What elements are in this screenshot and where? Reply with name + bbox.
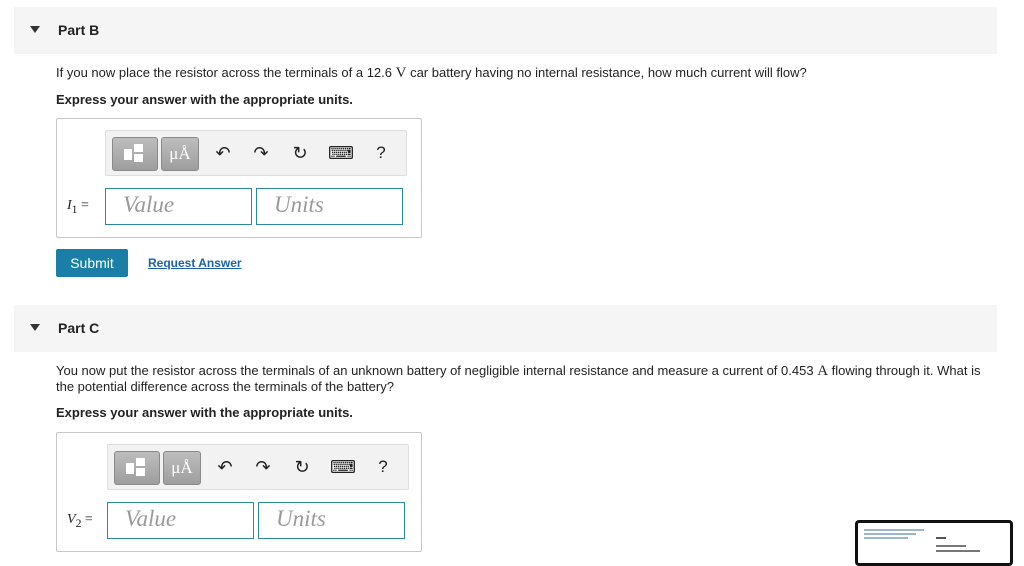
part-b-answer-box: μÅ ↶ ↷ ↻ ⌨ ? I1 = Value Units (56, 118, 422, 238)
request-answer-link[interactable]: Request Answer (148, 256, 242, 270)
part-b-value-input[interactable]: Value (105, 188, 252, 225)
caret-down-icon[interactable] (30, 324, 40, 331)
part-c-value-input[interactable]: Value (107, 502, 254, 539)
part-c-variable-label: V2 = (67, 512, 93, 530)
reset-icon: ↻ (292, 142, 308, 163)
part-c-header[interactable]: Part C (14, 305, 997, 352)
math-toolbar: μÅ ↶ ↷ ↻ ⌨ ? (105, 130, 407, 176)
keyboard-icon: ⌨ (330, 456, 356, 477)
units-button[interactable]: μÅ (163, 451, 201, 485)
submit-button[interactable]: Submit (56, 249, 128, 277)
units-icon: μÅ (169, 144, 191, 163)
templates-button[interactable] (112, 137, 158, 171)
reset-button[interactable]: ↻ (289, 451, 315, 483)
math-toolbar: μÅ ↶ ↷ ↻ ⌨ ? (107, 444, 409, 490)
part-b-question-text-end: car battery having no internal resistanc… (406, 65, 807, 80)
keyboard-icon: ⌨ (328, 142, 354, 163)
part-b-variable-equals: = (77, 198, 89, 213)
units-button[interactable]: μÅ (161, 137, 199, 171)
templates-button[interactable] (114, 451, 160, 485)
part-b-question: If you now place the resistor across the… (56, 65, 1001, 81)
redo-icon: ↷ (255, 456, 271, 477)
part-c-answer-box: μÅ ↶ ↷ ↻ ⌨ ? V2 = Value Units (56, 432, 422, 552)
reset-button[interactable]: ↻ (287, 137, 313, 169)
undo-icon: ↶ (217, 456, 233, 477)
keyboard-button[interactable]: ⌨ (326, 137, 356, 169)
part-c-question-unit: A (817, 363, 829, 379)
redo-button[interactable]: ↷ (248, 137, 274, 169)
part-b-title: Part B (58, 22, 100, 38)
part-b-variable-label: I1 = (67, 198, 89, 216)
part-c-variable-equals: = (81, 512, 93, 527)
part-c-title: Part C (58, 320, 100, 336)
templates-icon (124, 144, 146, 164)
part-b-units-input[interactable]: Units (256, 188, 403, 225)
part-c-instruction: Express your answer with the appropriate… (56, 405, 353, 420)
part-b-question-text: If you now place the resistor across the… (56, 65, 396, 80)
part-c-question-text: You now put the resistor across the term… (56, 363, 818, 378)
keyboard-button[interactable]: ⌨ (328, 451, 358, 483)
part-b-header[interactable]: Part B (14, 7, 997, 54)
part-c-units-input[interactable]: Units (258, 502, 405, 539)
help-button[interactable]: ? (370, 137, 392, 169)
redo-icon: ↷ (253, 142, 269, 163)
templates-icon (126, 458, 148, 478)
reset-icon: ↻ (294, 456, 310, 477)
help-icon: ? (376, 143, 386, 162)
undo-button[interactable]: ↶ (210, 137, 236, 169)
page-thumbnail[interactable] (855, 520, 1013, 566)
units-icon: μÅ (171, 458, 193, 477)
caret-down-icon[interactable] (30, 26, 40, 33)
part-b-question-unit: V (395, 65, 407, 81)
part-c-variable-symbol: V (67, 512, 76, 527)
help-icon: ? (378, 457, 388, 476)
undo-icon: ↶ (215, 142, 231, 163)
part-b-instruction: Express your answer with the appropriate… (56, 92, 353, 107)
undo-button[interactable]: ↶ (212, 451, 238, 483)
help-button[interactable]: ? (372, 451, 394, 483)
part-c-question: You now put the resistor across the term… (56, 363, 1001, 395)
redo-button[interactable]: ↷ (250, 451, 276, 483)
